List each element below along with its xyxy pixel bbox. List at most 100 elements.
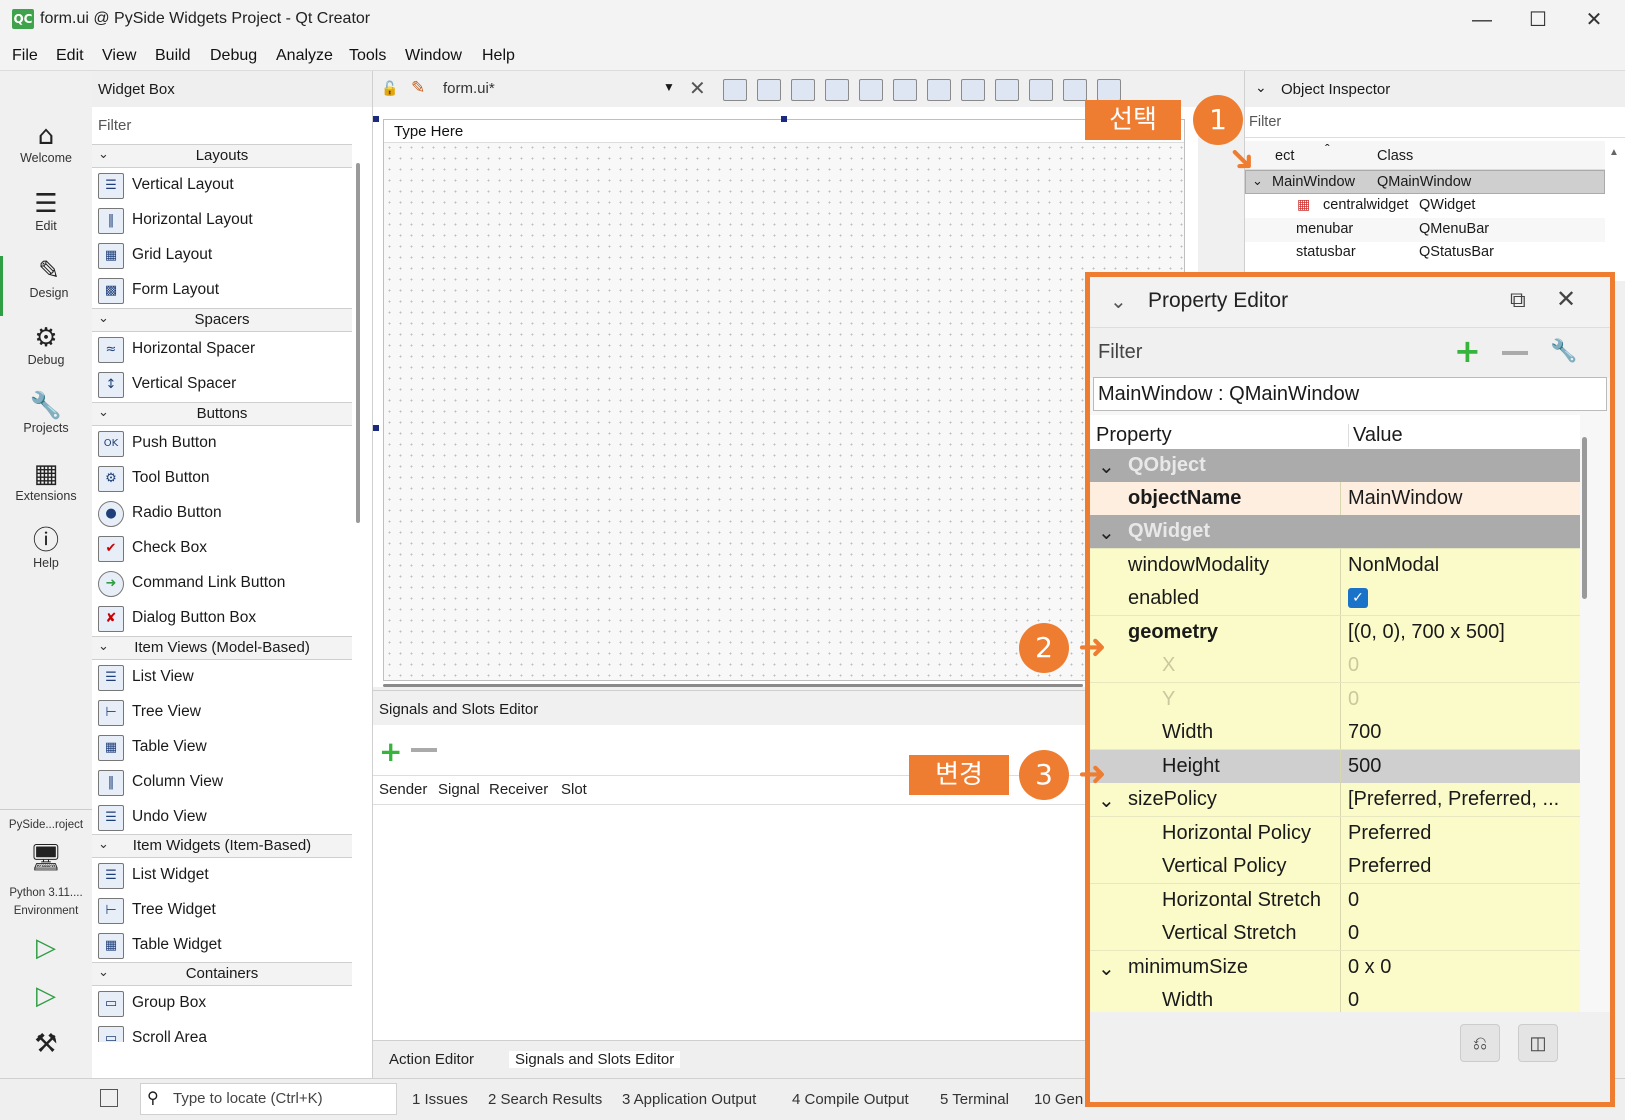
- property-value[interactable]: NonModal: [1348, 554, 1439, 577]
- mode-welcome[interactable]: ⌂ Welcome: [0, 121, 92, 165]
- output-general[interactable]: 10 Gen: [1034, 1091, 1083, 1108]
- tree-row-menubar[interactable]: menubar QMenuBar: [1245, 218, 1605, 242]
- output-terminal[interactable]: 5 Terminal: [940, 1091, 1009, 1108]
- mode-edit[interactable]: ☰ Edit: [0, 189, 92, 233]
- widget-table-widget[interactable]: ▦ Table Widget: [92, 929, 352, 961]
- add-connection-icon[interactable]: +: [379, 735, 402, 768]
- menu-tools[interactable]: Tools: [349, 47, 386, 65]
- object-inspector-filter[interactable]: Filter: [1245, 109, 1625, 138]
- property-value[interactable]: 700: [1348, 721, 1381, 744]
- column-slot[interactable]: Slot: [561, 781, 587, 798]
- remove-dynamic-property-icon[interactable]: [1502, 351, 1528, 355]
- tree-row-mainwindow[interactable]: ⌄ MainWindow QMainWindow: [1245, 170, 1605, 194]
- close-panel-icon[interactable]: ✕: [1556, 285, 1576, 314]
- property-value[interactable]: MainWindow: [1348, 487, 1462, 510]
- category-buttons[interactable]: ⌄ Buttons: [92, 402, 352, 426]
- toggle-right-sidebar-icon[interactable]: ◫: [1518, 1024, 1558, 1062]
- maximize-icon[interactable]: ☐: [1518, 6, 1558, 34]
- chevron-down-icon[interactable]: ⌄: [1110, 289, 1127, 314]
- edit-widgets-icon[interactable]: [723, 79, 747, 101]
- mode-design[interactable]: ✎ Design: [0, 256, 95, 316]
- property-geometry-height[interactable]: Height 500: [1090, 750, 1580, 784]
- property-value[interactable]: 0: [1348, 989, 1359, 1012]
- close-document-icon[interactable]: ✕: [689, 76, 706, 101]
- widget-check-box[interactable]: ✔ Check Box: [92, 532, 352, 564]
- selection-handle[interactable]: [373, 116, 379, 122]
- edit-buddies-icon[interactable]: [791, 79, 815, 101]
- property-enabled[interactable]: enabled ✓: [1090, 582, 1580, 616]
- menu-edit[interactable]: Edit: [56, 47, 84, 65]
- widget-horizontal-spacer[interactable]: ≈ Horizontal Spacer: [92, 333, 352, 365]
- scroll-up-icon[interactable]: ▲: [1609, 147, 1619, 158]
- widget-vertical-layout[interactable]: ☰ Vertical Layout: [92, 169, 352, 201]
- widget-radio-button[interactable]: ● Radio Button: [92, 497, 352, 529]
- tree-row-centralwidget[interactable]: ▦ centralwidget QWidget: [1245, 194, 1605, 218]
- layout-v-splitter-icon[interactable]: [961, 79, 985, 101]
- widget-push-button[interactable]: OK Push Button: [92, 427, 352, 459]
- enabled-checkbox[interactable]: ✓: [1348, 588, 1368, 608]
- category-item-widgets[interactable]: ⌄ Item Widgets (Item-Based): [92, 834, 352, 858]
- menu-debug[interactable]: Debug: [210, 47, 257, 65]
- lock-toggle-icon[interactable]: ⎌: [1460, 1024, 1500, 1062]
- column-signal[interactable]: Signal: [438, 781, 480, 798]
- property-minimumsize-width[interactable]: Width 0: [1090, 984, 1580, 1013]
- menu-help[interactable]: Help: [482, 47, 515, 65]
- toggle-sidebar-icon[interactable]: [100, 1089, 118, 1107]
- property-geometry-y[interactable]: Y 0: [1090, 683, 1580, 717]
- column-value[interactable]: Value: [1348, 424, 1403, 447]
- edit-signals-slots-icon[interactable]: [757, 79, 781, 101]
- chevron-down-icon[interactable]: ⌄: [1255, 79, 1267, 96]
- widget-box-filter[interactable]: Filter: [92, 107, 372, 143]
- output-search-results[interactable]: 2 Search Results: [488, 1091, 602, 1108]
- selection-handle[interactable]: [373, 425, 379, 431]
- configure-wrench-icon[interactable]: 🔧: [1550, 338, 1577, 364]
- property-geometry-width[interactable]: Width 700: [1090, 716, 1580, 750]
- float-panel-icon[interactable]: ⧉: [1510, 287, 1526, 313]
- menu-analyze[interactable]: Analyze: [276, 47, 333, 65]
- canvas-horizontal-scrollbar[interactable]: [383, 684, 1083, 687]
- section-qwidget[interactable]: ⌄ QWidget: [1090, 515, 1580, 549]
- property-sizepolicy[interactable]: ⌄ sizePolicy [Preferred, Preferred, ...: [1090, 783, 1580, 817]
- menu-file[interactable]: File: [12, 47, 38, 65]
- widget-box-scrollbar[interactable]: [356, 163, 360, 523]
- form-canvas[interactable]: Type Here: [373, 107, 1198, 687]
- property-vertical-stretch[interactable]: Vertical Stretch 0: [1090, 917, 1580, 951]
- widget-tool-button[interactable]: ⚙ Tool Button: [92, 462, 352, 494]
- document-dropdown-icon[interactable]: ▼: [663, 80, 675, 94]
- menu-build[interactable]: Build: [155, 47, 191, 65]
- category-layouts[interactable]: ⌄ Layouts: [92, 144, 352, 168]
- property-minimumsize[interactable]: ⌄ minimumSize 0 x 0: [1090, 951, 1580, 985]
- property-geometry-x[interactable]: X 0: [1090, 649, 1580, 683]
- chevron-down-icon[interactable]: ⌄: [1252, 173, 1263, 189]
- property-vertical-policy[interactable]: Vertical Policy Preferred: [1090, 850, 1580, 884]
- property-value[interactable]: Preferred: [1348, 822, 1431, 845]
- column-property[interactable]: Property: [1096, 424, 1172, 447]
- category-containers[interactable]: ⌄ Containers: [92, 962, 352, 986]
- property-value[interactable]: [Preferred, Preferred, ...: [1348, 788, 1559, 811]
- layout-form-icon[interactable]: [995, 79, 1019, 101]
- output-issues[interactable]: 1 Issues: [412, 1091, 468, 1108]
- widget-tree-widget[interactable]: ⊢ Tree Widget: [92, 894, 352, 926]
- kit-selector[interactable]: 🖥: [0, 843, 92, 873]
- widget-table-view[interactable]: ▦ Table View: [92, 731, 352, 763]
- tree-row-statusbar[interactable]: statusbar QStatusBar: [1245, 241, 1605, 265]
- section-qobject[interactable]: ⌄ QObject: [1090, 449, 1580, 483]
- main-window-form[interactable]: Type Here: [383, 119, 1185, 681]
- property-windowmodality[interactable]: windowModality NonModal: [1090, 549, 1580, 583]
- column-class[interactable]: Class: [1377, 148, 1413, 164]
- widget-dialog-button-box[interactable]: ✘ Dialog Button Box: [92, 602, 352, 634]
- remove-connection-icon[interactable]: [411, 748, 437, 752]
- adjust-size-icon[interactable]: [1097, 79, 1121, 101]
- menu-view[interactable]: View: [102, 47, 136, 65]
- property-value[interactable]: 500: [1348, 755, 1381, 778]
- property-objectname[interactable]: objectName MainWindow: [1090, 482, 1580, 516]
- tab-signals-slots-editor[interactable]: Signals and Slots Editor: [509, 1051, 681, 1068]
- widget-column-view[interactable]: ‖ Column View: [92, 766, 352, 798]
- tab-action-editor[interactable]: Action Editor: [389, 1051, 474, 1068]
- chevron-down-icon[interactable]: ⌄: [1098, 956, 1115, 981]
- category-spacers[interactable]: ⌄ Spacers: [92, 308, 352, 332]
- property-value[interactable]: 0: [1348, 688, 1359, 711]
- close-icon[interactable]: ✕: [1574, 6, 1614, 34]
- property-value[interactable]: [(0, 0), 700 x 500]: [1348, 621, 1505, 644]
- widget-undo-view[interactable]: ☰ Undo View: [92, 801, 352, 833]
